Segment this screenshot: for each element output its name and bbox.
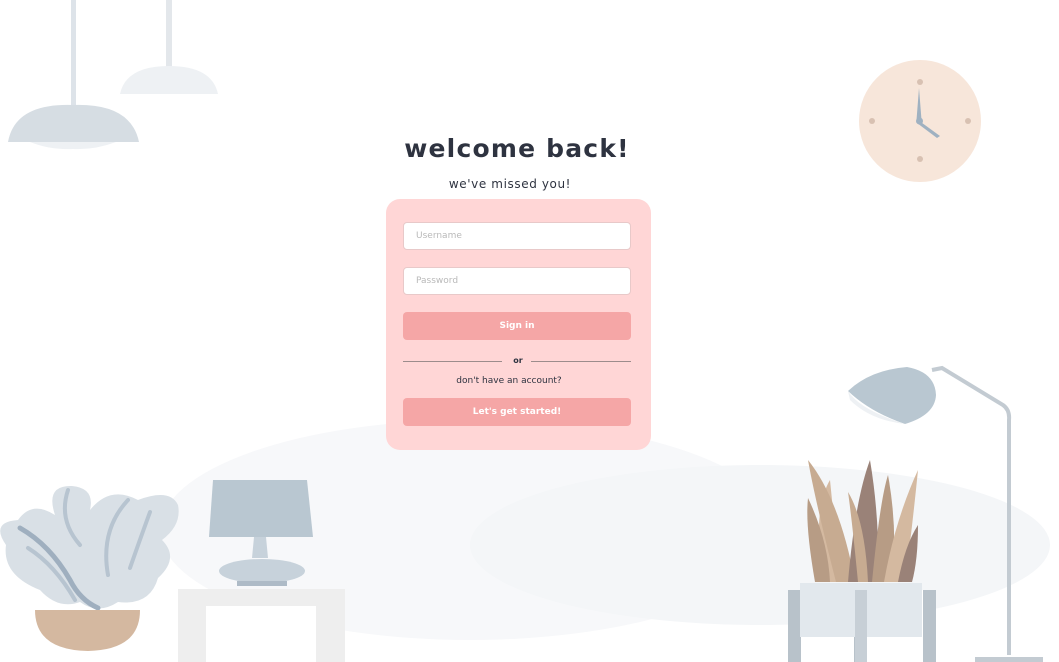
divider-or-text: or — [513, 356, 523, 365]
get-started-button[interactable]: Let's get started! — [403, 398, 631, 426]
wall-clock-icon — [859, 60, 981, 182]
login-card: Sign in or don't have an account? Let's … — [386, 199, 651, 450]
divider-line-left — [403, 361, 502, 362]
page-title: welcome back! — [404, 134, 630, 163]
pendant-lamp-icon — [8, 0, 218, 150]
no-account-text: don't have an account? — [456, 376, 562, 386]
plant-stand-icon — [788, 583, 936, 662]
sign-in-button[interactable]: Sign in — [403, 312, 631, 340]
side-table-icon — [178, 589, 345, 662]
potted-plant-icon — [0, 485, 179, 651]
divider-line-right — [531, 361, 631, 362]
table-lamp-icon — [209, 480, 313, 586]
page-subtitle: we've missed you! — [448, 177, 572, 191]
floor-shadow-right — [470, 465, 1050, 625]
username-input[interactable] — [403, 222, 631, 250]
password-input[interactable] — [403, 267, 631, 295]
